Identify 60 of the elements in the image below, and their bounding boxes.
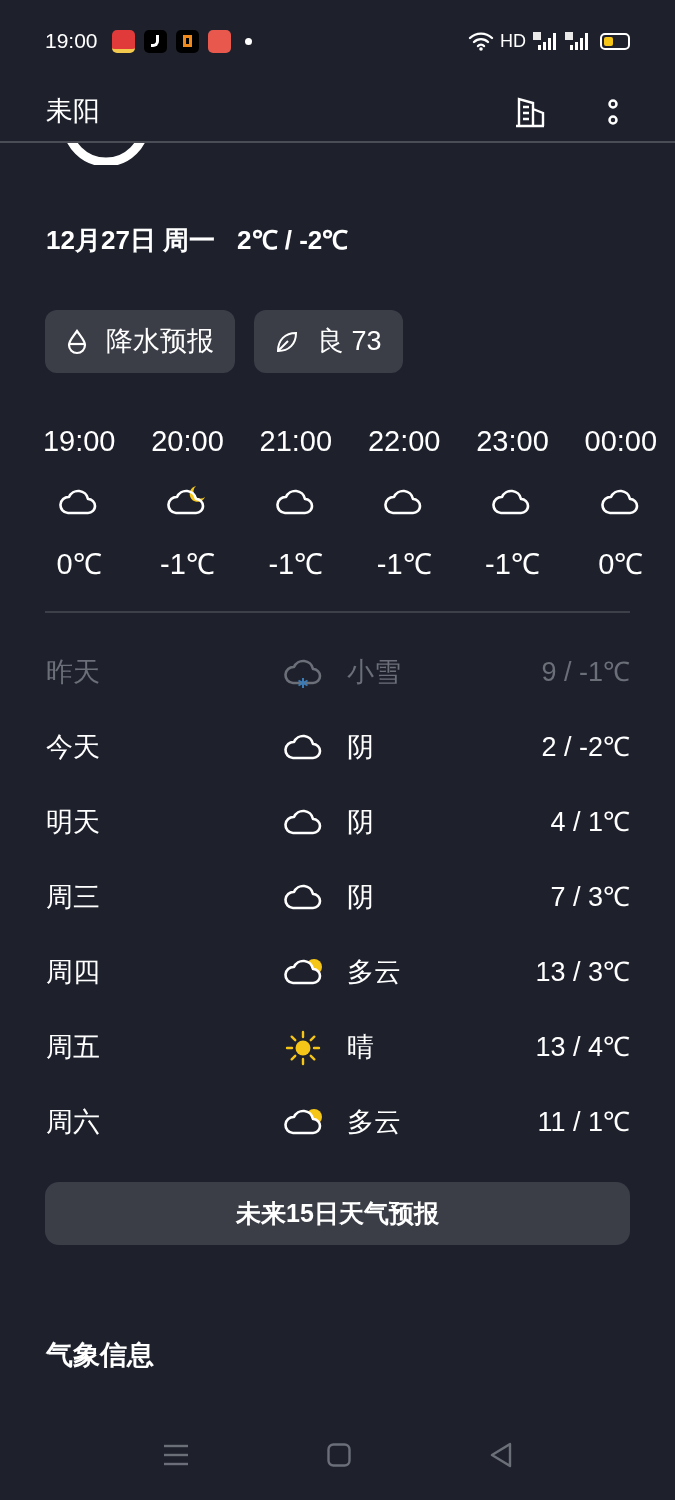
section-title: 气象信息 <box>45 1339 155 1372</box>
more-options-button[interactable] <box>607 96 619 127</box>
day-label: 周六 <box>46 1106 101 1140</box>
weather-condition: 阴 <box>347 806 374 840</box>
daily-temperature-range: 4 / 1℃ <box>550 806 630 840</box>
day-label: 周五 <box>46 1031 101 1065</box>
day-label: 周四 <box>46 956 101 990</box>
day-label: 明天 <box>46 806 101 840</box>
leaf-icon <box>275 329 299 354</box>
droplet-icon <box>66 328 88 355</box>
back-icon <box>488 1442 513 1468</box>
day-label: 周三 <box>46 881 101 915</box>
hour-label: 00:00 <box>584 424 658 459</box>
day-label: 今天 <box>46 731 101 765</box>
back-nav-button[interactable] <box>488 1442 513 1468</box>
wifi-icon <box>468 31 494 51</box>
signal-icon <box>532 31 558 51</box>
app-notification-icon <box>143 29 167 53</box>
status-time: 19:00 <box>45 28 98 55</box>
temperature-range: 2℃ / -2℃ <box>237 224 349 257</box>
city-name: 耒阳 <box>46 95 100 129</box>
hour-label: 23:00 <box>476 424 549 459</box>
app-notification-icon <box>111 29 135 53</box>
daily-temperature-range: 2 / -2℃ <box>541 731 630 765</box>
hour-temperature: 0℃ <box>56 547 102 582</box>
network-label: HD <box>500 29 526 53</box>
app-notification-icon <box>207 29 231 53</box>
hour-temperature: -1℃ <box>160 547 215 582</box>
weather-condition: 阴 <box>347 731 374 765</box>
weather-condition: 多云 <box>347 956 401 990</box>
forecast-15-day-button[interactable]: 未来15日天气预报 <box>45 1182 630 1245</box>
daily-temperature-range: 7 / 3℃ <box>550 881 630 915</box>
weather-condition: 多云 <box>347 1106 401 1140</box>
weather-condition: 小雪 <box>347 656 401 690</box>
air-quality-chip[interactable]: 良 73 <box>254 310 403 373</box>
home-nav-button[interactable] <box>326 1443 351 1467</box>
daily-temperature-range: 9 / -1℃ <box>541 656 630 690</box>
battery-icon <box>600 32 630 50</box>
hour-label: 21:00 <box>259 424 333 459</box>
hour-label: 22:00 <box>367 424 441 459</box>
menu-nav-button[interactable] <box>162 1443 189 1467</box>
day-label: 昨天 <box>46 656 101 690</box>
daily-temperature-range: 13 / 3℃ <box>535 956 630 990</box>
hour-temperature: 0℃ <box>598 547 644 582</box>
date-label: 12月27日 周一 <box>46 224 216 257</box>
menu-icon <box>162 1443 189 1467</box>
signal-icon <box>564 31 590 51</box>
hour-temperature: -1℃ <box>485 547 540 582</box>
app-notification-icon <box>175 29 199 53</box>
daily-temperature-range: 13 / 4℃ <box>535 1031 630 1065</box>
more-icon <box>607 96 619 127</box>
weather-condition: 阴 <box>347 881 374 915</box>
hour-temperature: -1℃ <box>268 547 324 582</box>
square-icon <box>326 1443 351 1467</box>
hour-temperature: -1℃ <box>376 547 432 582</box>
weather-condition: 晴 <box>347 1031 374 1065</box>
hour-label: 20:00 <box>151 424 224 459</box>
precipitation-chip[interactable]: 降水预报 <box>45 310 235 373</box>
hour-label: 19:00 <box>42 424 116 459</box>
daily-temperature-range: 11 / 1℃ <box>537 1106 630 1140</box>
